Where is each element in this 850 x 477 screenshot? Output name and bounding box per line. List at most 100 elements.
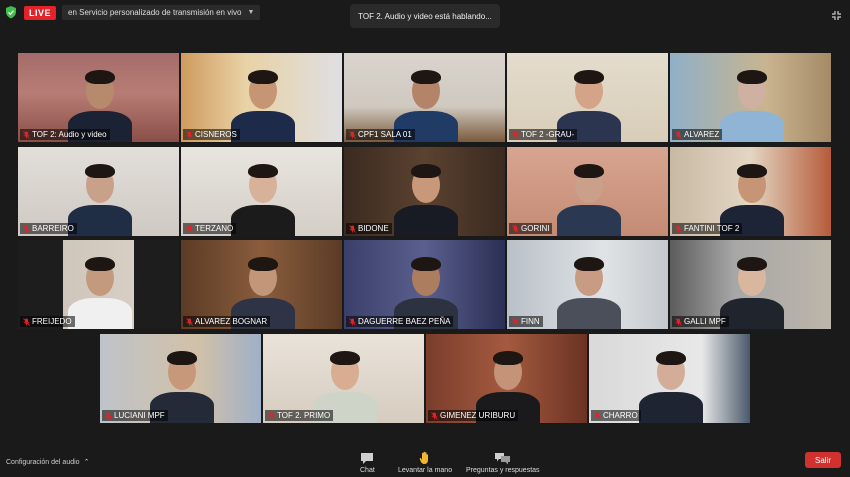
participant-silhouette-body <box>231 111 295 142</box>
participant-name: TOF 2: Audio y video <box>32 130 107 139</box>
participant-name: FINN <box>521 317 540 326</box>
chevron-up-icon: ⌃ <box>83 459 90 466</box>
participant-video-tile[interactable]: BIDONE <box>344 147 505 236</box>
participant-silhouette-hair <box>248 257 278 271</box>
participant-name: TOF 2 -GRAU- <box>521 130 575 139</box>
participant-name: GORINI <box>521 224 550 233</box>
muted-mic-icon <box>349 130 356 139</box>
participant-name-label: LUCIANI MPF <box>102 410 168 421</box>
participant-name-label: GIMENEZ URIBURU <box>428 410 519 421</box>
participant-video-tile[interactable]: TOF 2 -GRAU- <box>507 53 668 142</box>
participant-video-tile[interactable]: CHARRO <box>589 334 750 423</box>
participant-name-label: ALVAREZ BOGNAR <box>183 316 271 327</box>
participant-video-tile[interactable]: LUCIANI MPF <box>100 334 261 423</box>
participant-name-label: CISNEROS <box>183 129 240 140</box>
participant-silhouette-hair <box>737 257 767 271</box>
participant-name-label: DAGUERRE BAEZ PEÑA <box>346 316 454 327</box>
qa-icon <box>495 453 511 465</box>
raise-hand-button[interactable]: Levantar la mano <box>398 451 452 474</box>
shield-icon[interactable] <box>4 6 18 20</box>
qa-button[interactable]: Preguntas y respuestas <box>466 452 540 474</box>
participant-video-tile[interactable]: FINN <box>507 240 668 329</box>
participant-video-tile[interactable]: GIMENEZ URIBURU <box>426 334 587 423</box>
participant-name-label: TERZANO <box>183 223 237 234</box>
participant-name: GIMENEZ URIBURU <box>440 411 516 420</box>
qa-label: Preguntas y respuestas <box>466 467 540 474</box>
muted-mic-icon <box>186 224 193 233</box>
participant-name-label: ALVAREZ <box>672 129 723 140</box>
stream-service-select[interactable]: en Servicio personalizado de transmisión… <box>62 5 261 20</box>
participant-video-tile[interactable]: TERZANO <box>181 147 342 236</box>
muted-mic-icon <box>512 224 519 233</box>
participant-name: FREIJEDO <box>32 317 72 326</box>
audio-settings-label: Configuración del audio <box>6 458 80 466</box>
participant-silhouette-hair <box>574 257 604 271</box>
participant-video-tile[interactable]: CISNEROS <box>181 53 342 142</box>
participant-name: FANTINI TOF 2 <box>684 224 740 233</box>
participant-name: DAGUERRE BAEZ PEÑA <box>358 317 451 326</box>
participant-video-tile[interactable]: GALLI MPF <box>670 240 831 329</box>
participant-video-tile[interactable]: FREIJEDO <box>18 240 179 329</box>
participant-video-tile[interactable]: ALVAREZ BOGNAR <box>181 240 342 329</box>
participant-name: CPF1 SALA 01 <box>358 130 412 139</box>
participant-silhouette-hair <box>737 70 767 84</box>
muted-mic-icon <box>431 411 438 420</box>
participant-name-label: TOF 2: Audio y video <box>20 129 110 140</box>
participant-video-tile[interactable]: GORINI <box>507 147 668 236</box>
participant-video-tile[interactable]: BARREIRO <box>18 147 179 236</box>
participant-video-tile[interactable]: ALVAREZ <box>670 53 831 142</box>
muted-mic-icon <box>23 224 30 233</box>
chat-icon <box>361 453 374 464</box>
participant-name-label: TOF 2 -GRAU- <box>509 129 578 140</box>
participant-silhouette-hair <box>737 164 767 178</box>
participant-silhouette-hair <box>574 164 604 178</box>
participant-silhouette-hair <box>248 70 278 84</box>
participant-silhouette-body <box>557 298 621 329</box>
participant-silhouette-body <box>68 205 132 236</box>
muted-mic-icon <box>186 130 193 139</box>
participant-silhouette-body <box>720 111 784 142</box>
active-speaker-toast: TOF 2. Audio y video está hablando... <box>350 4 500 28</box>
participant-name-label: FANTINI TOF 2 <box>672 223 743 234</box>
participant-silhouette-body <box>68 298 132 329</box>
chevron-down-icon: ▼ <box>247 9 255 16</box>
participant-silhouette-hair <box>85 257 115 271</box>
participant-silhouette-hair <box>85 164 115 178</box>
participant-name: BARREIRO <box>32 224 74 233</box>
participant-silhouette-body <box>720 298 784 329</box>
muted-mic-icon <box>349 224 356 233</box>
participant-video-tile[interactable]: TOF 2. PRIMO <box>263 334 424 423</box>
leave-button[interactable]: Salir <box>805 452 841 468</box>
audio-settings-button[interactable]: Configuración del audio ⌃ <box>6 458 90 467</box>
muted-mic-icon <box>675 224 682 233</box>
participant-silhouette-hair <box>85 70 115 84</box>
muted-mic-icon <box>23 317 30 326</box>
participant-silhouette-hair <box>574 70 604 84</box>
participant-silhouette-hair <box>656 351 686 365</box>
participant-name: TERZANO <box>195 224 234 233</box>
stream-service-label: en Servicio personalizado de transmisión… <box>68 8 242 17</box>
participant-video-tile[interactable]: TOF 2: Audio y video <box>18 53 179 142</box>
participant-name-label: FINN <box>509 316 543 327</box>
participant-video-tile[interactable]: CPF1 SALA 01 <box>344 53 505 142</box>
meeting-controls-bar: Configuración del audio ⌃ Chat Levantar … <box>0 449 850 477</box>
participant-silhouette-body <box>394 205 458 236</box>
muted-mic-icon <box>675 130 682 139</box>
participant-silhouette-hair <box>411 70 441 84</box>
participant-silhouette-hair <box>248 164 278 178</box>
chat-button[interactable]: Chat <box>360 452 375 474</box>
participant-silhouette-body <box>557 205 621 236</box>
meeting-info-bar: LIVE en Servicio personalizado de transm… <box>4 5 261 20</box>
chat-label: Chat <box>360 467 375 474</box>
participant-name-label: GORINI <box>509 223 553 234</box>
live-badge[interactable]: LIVE <box>24 5 57 20</box>
participant-name: ALVAREZ BOGNAR <box>195 317 268 326</box>
participant-silhouette-hair <box>330 351 360 365</box>
raise-hand-label: Levantar la mano <box>398 467 453 474</box>
participant-video-tile[interactable]: DAGUERRE BAEZ PEÑA <box>344 240 505 329</box>
muted-mic-icon <box>23 130 30 139</box>
participant-video-tile[interactable]: FANTINI TOF 2 <box>670 147 831 236</box>
muted-mic-icon <box>512 130 519 139</box>
muted-mic-icon <box>186 317 193 326</box>
exit-fullscreen-icon[interactable] <box>831 8 842 20</box>
